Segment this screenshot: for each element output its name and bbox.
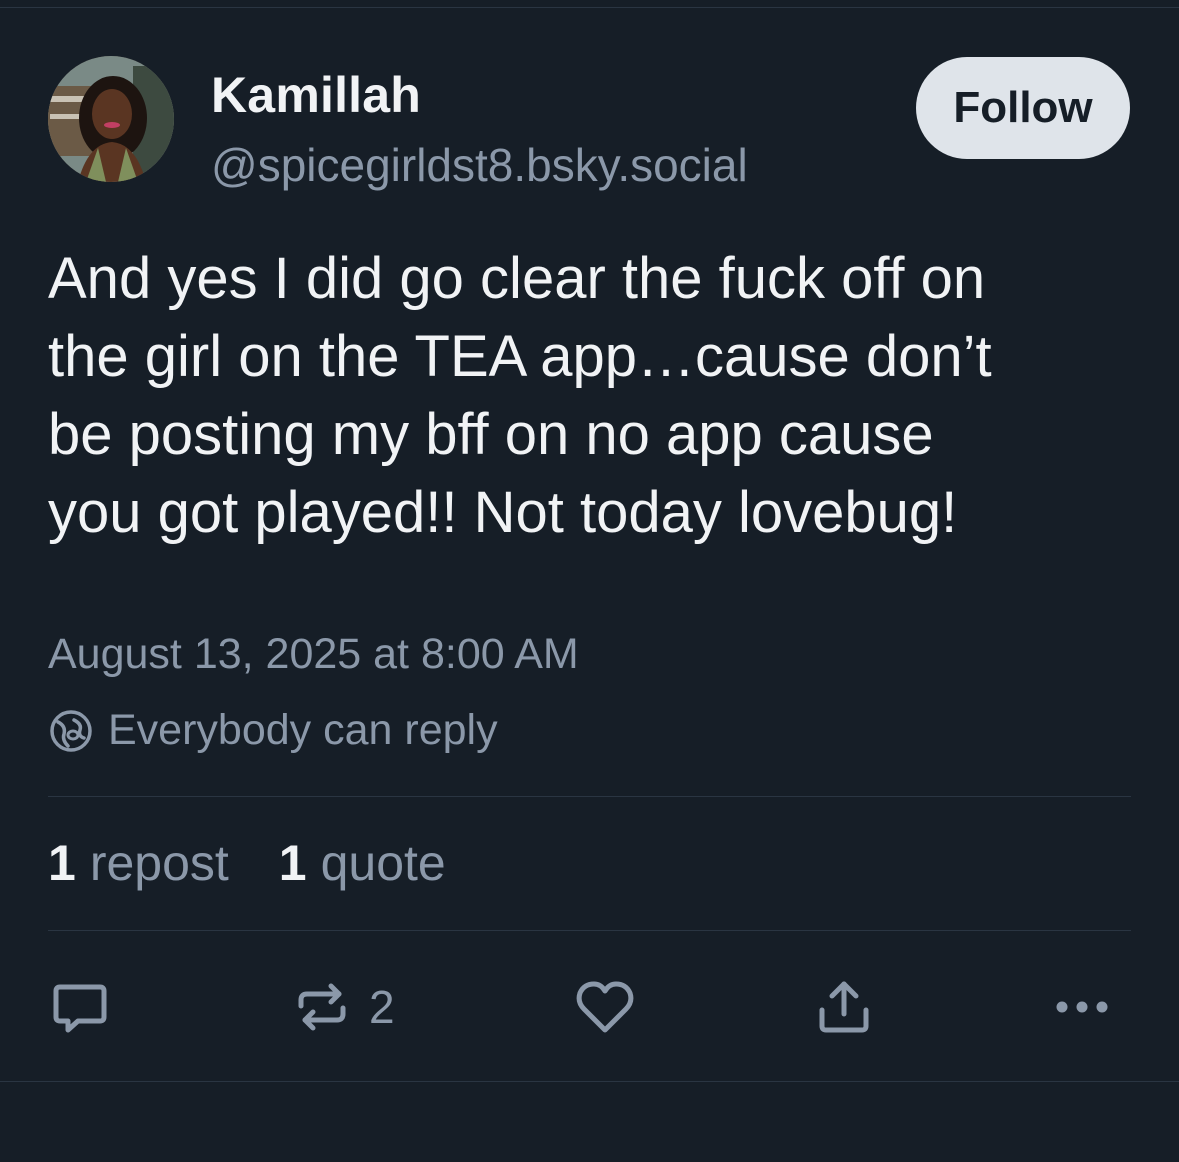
quote-count-link[interactable]: 1 quote bbox=[279, 834, 446, 892]
quote-count-label: quote bbox=[320, 835, 446, 891]
top-divider bbox=[0, 7, 1179, 8]
share-button[interactable] bbox=[814, 972, 874, 1042]
post-text-line: And yes I did go clear the fuck off on bbox=[48, 246, 986, 311]
follow-button[interactable]: Follow bbox=[916, 57, 1130, 159]
globe-icon bbox=[50, 709, 92, 752]
author-display-name[interactable]: Kamillah bbox=[211, 66, 421, 124]
repost-count-link[interactable]: 1 repost bbox=[48, 834, 229, 892]
engagement-counts: 1 repost 1 quote bbox=[48, 834, 496, 892]
post-text: And yes I did go clear the fuck off on t… bbox=[48, 240, 1138, 552]
more-icon bbox=[1056, 1001, 1108, 1013]
reply-button[interactable] bbox=[48, 972, 112, 1042]
like-button[interactable] bbox=[574, 972, 636, 1042]
reply-setting[interactable]: Everybody can reply bbox=[48, 706, 498, 755]
author-handle[interactable]: @spicegirldst8.bsky.social bbox=[211, 138, 748, 192]
post-text-line: be posting my bff on no app cause bbox=[48, 402, 934, 467]
bottom-divider bbox=[0, 1081, 1179, 1082]
post-text-line: you got played!! Not today lovebug! bbox=[48, 480, 958, 545]
avatar-image bbox=[48, 56, 174, 182]
avatar[interactable] bbox=[48, 56, 174, 182]
reply-icon bbox=[53, 984, 107, 1033]
share-icon bbox=[819, 981, 869, 1033]
divider bbox=[48, 930, 1131, 931]
like-icon bbox=[576, 981, 634, 1033]
repost-count: 1 bbox=[48, 835, 76, 891]
quote-count: 1 bbox=[278, 835, 307, 891]
more-options-button[interactable] bbox=[1052, 972, 1114, 1042]
reply-setting-label: Everybody can reply bbox=[108, 706, 498, 754]
post-text-line: the girl on the TEA app…cause don’t bbox=[48, 324, 992, 389]
action-bar: 2 bbox=[48, 972, 1131, 1042]
repost-action-count: 2 bbox=[369, 981, 395, 1033]
repost-count-label: repost bbox=[89, 835, 229, 891]
repost-button[interactable]: 2 bbox=[291, 972, 395, 1042]
repost-icon bbox=[298, 983, 346, 1031]
divider bbox=[48, 796, 1131, 797]
post-timestamp: August 13, 2025 at 8:00 AM bbox=[48, 630, 579, 678]
